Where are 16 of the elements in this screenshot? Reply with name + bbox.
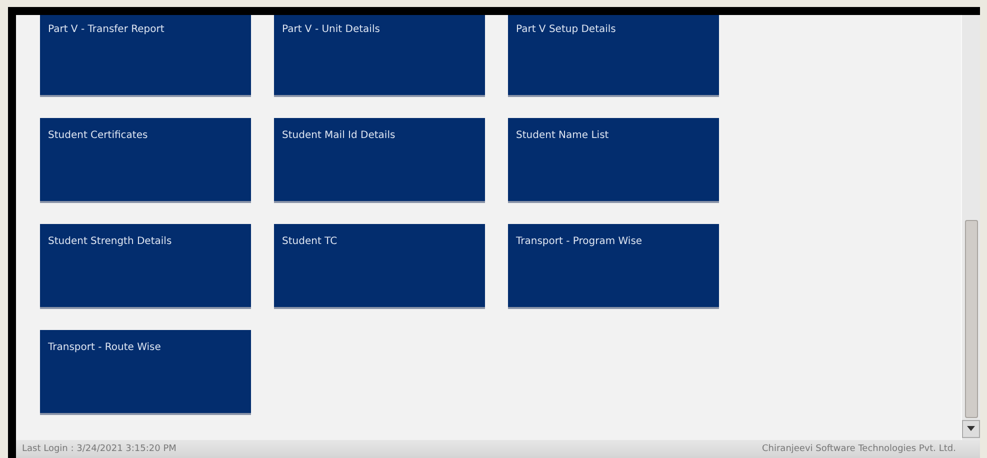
down-arrow-icon bbox=[967, 426, 975, 432]
report-tile[interactable]: Transport - Route Wise bbox=[40, 330, 251, 415]
report-tile[interactable]: Student Certificates bbox=[40, 118, 251, 203]
scrollbar-thumb[interactable] bbox=[965, 220, 978, 418]
copyright-text: Chiranjeevi Software Technologies Pvt. Ltd. bbox=[762, 444, 956, 454]
last-login-text: Last Login : 3/24/2021 3:15:20 PM bbox=[22, 444, 176, 454]
report-tile[interactable]: Student Mail Id Details bbox=[274, 118, 485, 203]
report-tile[interactable]: Student Strength Details bbox=[40, 224, 251, 309]
scroll-down-button[interactable] bbox=[962, 420, 980, 438]
report-tile[interactable]: Student Name List bbox=[508, 118, 719, 203]
report-tile[interactable]: Student TC bbox=[274, 224, 485, 309]
report-tile[interactable]: Part V - Unit Details bbox=[274, 15, 485, 97]
scrollbar[interactable] bbox=[961, 15, 980, 440]
report-tile[interactable]: Transport - Program Wise bbox=[508, 224, 719, 309]
report-tile[interactable]: Part V Setup Details bbox=[508, 15, 719, 97]
report-tile[interactable]: Part V - Transfer Report bbox=[40, 15, 251, 97]
